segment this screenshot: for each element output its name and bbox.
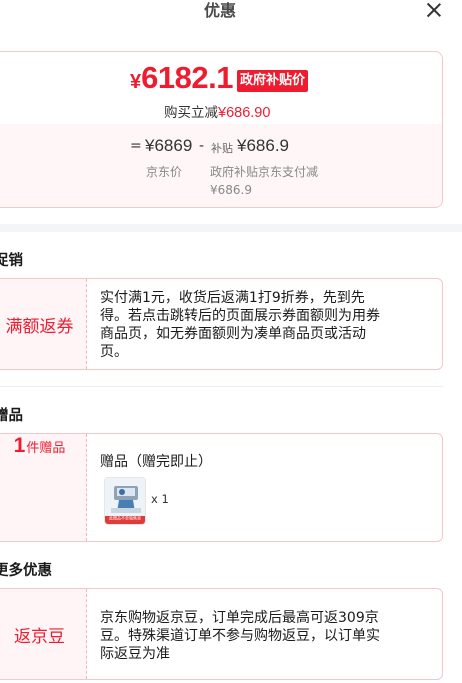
subsidy-caption: 政府补贴京东支付减¥686.9	[210, 165, 319, 197]
buy-reduce-amount: ¥686.90	[218, 105, 271, 121]
header: 优惠	[0, 0, 462, 24]
price-card: ¥6182.1 政府补贴价 购买立减¥686.90 = ¥6869 - 补贴 ¥…	[0, 51, 443, 208]
final-price-value: 6182.1	[141, 60, 233, 95]
subsidy-label: 补贴	[211, 142, 233, 155]
jd-price-caption: 京东价	[146, 165, 183, 179]
subsidy-amount: ¥686.9	[237, 136, 289, 155]
gift-count-label: 件赠品	[26, 441, 66, 456]
jd-price-value: ¥6869	[145, 136, 193, 155]
gift-quantity: x 1	[151, 492, 169, 506]
currency-symbol: ¥	[130, 71, 142, 93]
gift-count: 1	[13, 434, 26, 457]
close-icon[interactable]	[423, 0, 445, 21]
section-divider	[0, 224, 462, 232]
promotion-section-title: 促销	[0, 253, 23, 269]
gift-badge: 1 件赠品	[0, 434, 87, 541]
gift-title: 赠品（赠完即止）	[100, 454, 212, 470]
buy-reduce-label: 购买立减	[164, 105, 218, 121]
equals-sign: =	[130, 138, 142, 154]
price-summary: ¥6182.1 政府补贴价 购买立减¥686.90	[0, 52, 442, 124]
jd-beans-card[interactable]: 返京豆 京东购物返京豆，订单完成后最高可返309京豆。特殊渠道订单不参与购物返豆…	[0, 588, 443, 680]
subsidy-price-tag: 政府补贴价	[237, 70, 309, 92]
final-price: ¥6182.1	[130, 60, 233, 96]
price-breakdown: = ¥6869 - 补贴 ¥686.9 京东价 政府补贴京东支付减¥686.9	[0, 124, 442, 207]
more-offers-section-title: 更多优惠	[0, 563, 52, 579]
gift-section-title: 赠品	[0, 408, 23, 424]
page-title: 优惠	[203, 1, 236, 20]
jd-beans-description: 京东购物返京豆，订单完成后最高可返309京豆。特殊渠道订单不参与购物返豆，以订单…	[100, 610, 380, 662]
promotion-badge: 满额返券	[0, 279, 87, 369]
minus-sign: -	[199, 138, 205, 154]
buy-reduce-line: 购买立减¥686.90	[164, 101, 270, 121]
gift-card[interactable]: 1 件赠品 赠品（赠完即止） 此赠品不单独售卖 x 1	[0, 433, 443, 542]
divider-line	[0, 386, 443, 387]
gift-thumbnail[interactable]: 此赠品不单独售卖	[104, 477, 146, 525]
promotion-card[interactable]: 满额返券 实付满1元，收货后返满1打9折券，先到先得。若点击跳转后的页面展示券面…	[0, 278, 443, 370]
promotion-description: 实付满1元，收货后返满1打9折券，先到先得。若点击跳转后的页面展示券面额则为用券…	[100, 290, 380, 360]
gift-thumbnail-caption: 此赠品不单独售卖	[109, 516, 141, 521]
jd-beans-badge: 返京豆	[0, 589, 87, 679]
